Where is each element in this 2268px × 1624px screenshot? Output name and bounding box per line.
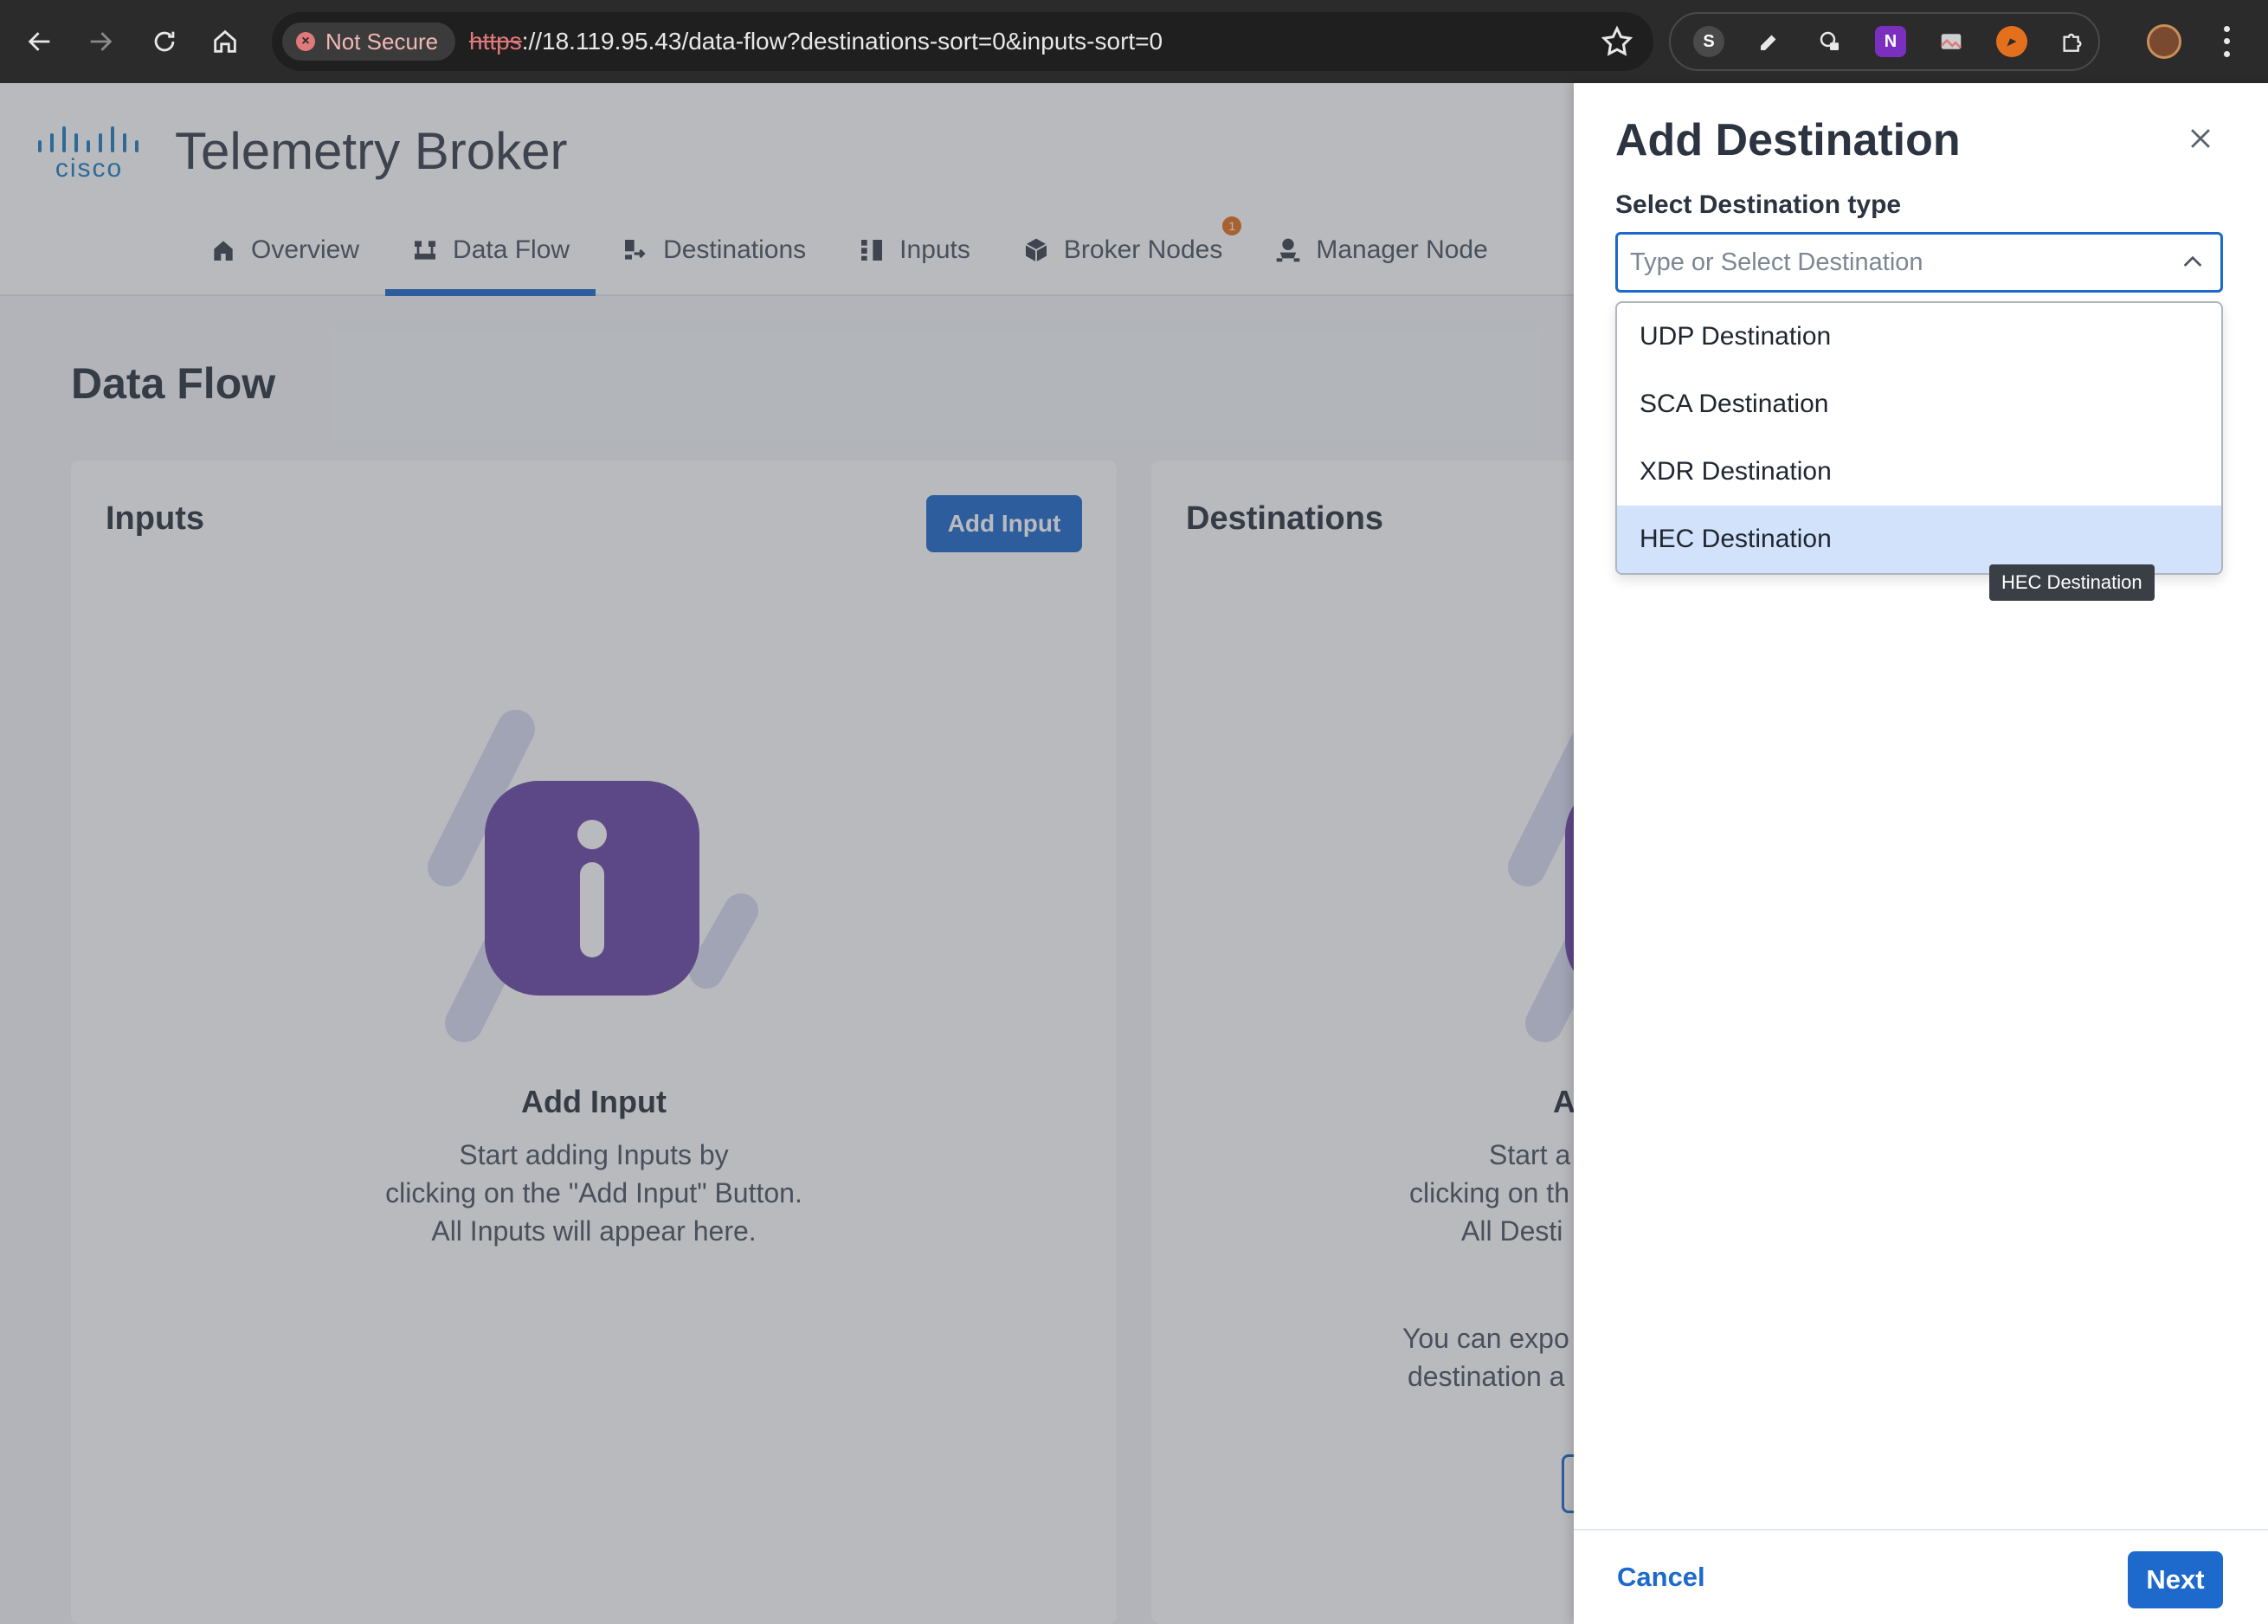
arrow-left-icon	[28, 32, 50, 51]
cancel-button[interactable]: Cancel	[1617, 1562, 1705, 1593]
destination-type-label: Select Destination type	[1615, 190, 1902, 219]
browser-menu-button[interactable]	[2216, 23, 2237, 61]
option-udp-destination[interactable]: UDP Destination	[1617, 303, 2221, 371]
profile-avatar[interactable]	[2147, 24, 2181, 59]
address-bar[interactable]: × Not Secure https://18.119.95.43/data-f…	[272, 12, 1653, 71]
onenote-icon[interactable]: N	[1875, 26, 1906, 57]
pen-icon[interactable]	[1754, 26, 1785, 57]
home-icon	[214, 29, 236, 53]
security-indicator[interactable]: × Not Secure	[282, 23, 456, 61]
url-scheme: https	[469, 28, 522, 55]
home-button[interactable]	[204, 21, 246, 62]
reload-icon	[154, 31, 175, 52]
url-text[interactable]: https://18.119.95.43/data-flow?destinati…	[469, 12, 1163, 71]
next-button[interactable]: Next	[2128, 1551, 2223, 1608]
bookmark-star-icon[interactable]	[1600, 24, 1634, 59]
image-icon[interactable]	[1936, 26, 1967, 57]
arrow-right-icon	[90, 32, 113, 51]
add-destination-drawer: Add Destination Select Destination type …	[1574, 83, 2268, 1624]
not-secure-icon: ×	[296, 32, 315, 51]
modal-backdrop[interactable]	[0, 83, 1574, 1624]
extensions-group: S N	[1669, 12, 2100, 71]
drawer-title: Add Destination	[1615, 115, 1961, 165]
destination-type-input[interactable]	[1630, 235, 2149, 290]
browser-toolbar: × Not Secure https://18.119.95.43/data-f…	[0, 0, 2268, 83]
back-button[interactable]	[19, 21, 61, 62]
forward-button[interactable]	[80, 21, 121, 62]
lock-icon[interactable]	[1814, 26, 1846, 57]
chevron-up-icon[interactable]	[2179, 248, 2207, 276]
skype-icon[interactable]: S	[1693, 26, 1724, 57]
destination-options-list: UDP Destination SCA Destination XDR Dest…	[1615, 301, 2223, 575]
puzzle-icon[interactable]	[2057, 26, 2088, 57]
option-xdr-destination[interactable]: XDR Destination	[1617, 438, 2221, 506]
option-hec-destination[interactable]: HEC Destination	[1617, 506, 2221, 573]
option-tooltip: HEC Destination	[1989, 564, 2155, 601]
pen-tool-icon[interactable]	[1996, 26, 2027, 57]
destination-type-select[interactable]	[1615, 232, 2223, 293]
url-path: ://18.119.95.43/data-flow?destinations-s…	[521, 28, 1163, 55]
close-button[interactable]	[2180, 118, 2221, 159]
option-sca-destination[interactable]: SCA Destination	[1617, 371, 2221, 438]
security-label: Not Secure	[325, 28, 439, 55]
drawer-footer: Cancel Next	[1574, 1529, 2268, 1624]
close-icon	[2191, 129, 2210, 148]
reload-button[interactable]	[144, 21, 185, 62]
